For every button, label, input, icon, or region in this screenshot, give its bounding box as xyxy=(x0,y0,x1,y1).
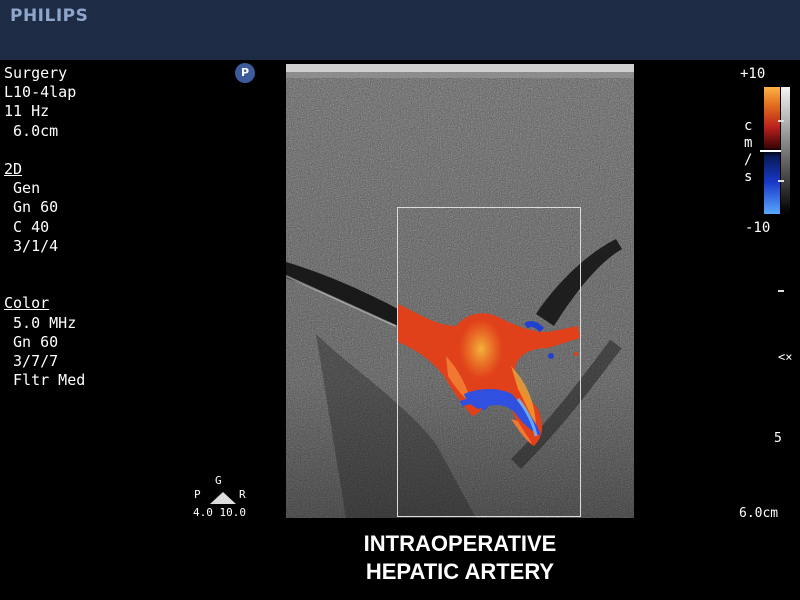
caption-line-2: HEPATIC ARTERY xyxy=(365,559,555,584)
depth-tick xyxy=(778,180,784,182)
velocity-unit-letter: s xyxy=(744,169,753,185)
velocity-unit-letter: m xyxy=(744,135,753,151)
colorbar-baseline xyxy=(760,150,782,152)
velocity-min: -10 xyxy=(745,220,771,236)
caption-line-1: INTRAOPERATIVE xyxy=(363,531,557,556)
p-badge: P xyxy=(235,63,255,83)
param-line: 3/7/7 xyxy=(4,352,59,370)
depth-tick xyxy=(778,120,784,122)
velocity-unit-letter: c xyxy=(744,118,753,134)
param-line: Gn 60 xyxy=(4,198,59,217)
param-line: Gn 60 xyxy=(4,332,59,351)
brand-logo: PHILIPS xyxy=(10,6,89,26)
orientation-g-label: G xyxy=(215,474,222,487)
param-line: Gen xyxy=(4,179,41,198)
orientation-values: 4.0 10.0 xyxy=(193,506,246,519)
param-line: 11 Hz xyxy=(4,102,50,121)
depth-total: 6.0cm xyxy=(739,506,779,521)
orientation-r-label: R xyxy=(239,488,246,501)
param-line: Fltr Med xyxy=(4,371,86,390)
param-line: Color xyxy=(4,294,50,313)
orientation-triangle-icon xyxy=(210,492,236,504)
depth-marker-5: 5 xyxy=(774,431,782,446)
param-line: 3/1/4 xyxy=(4,236,59,255)
orientation-p-label: P xyxy=(194,488,201,501)
param-line: C 40 xyxy=(4,217,50,236)
color-doppler-box[interactable] xyxy=(397,207,581,517)
param-line: 6.0cm xyxy=(4,121,59,140)
param-line: 5.0 MHz xyxy=(4,313,77,332)
velocity-unit-letter: / xyxy=(744,152,753,168)
focus-marker[interactable]: <× xyxy=(778,350,792,364)
top-bar: PHILIPS xyxy=(0,0,800,60)
param-line: 2D xyxy=(4,160,23,178)
velocity-max: +10 xyxy=(740,66,766,82)
depth-tick xyxy=(778,290,784,292)
param-line: Surgery xyxy=(4,64,68,82)
param-line: L10-4lap xyxy=(4,83,77,102)
image-caption: INTRAOPERATIVE HEPATIC ARTERY xyxy=(286,530,634,586)
grayscale-bar xyxy=(781,87,790,214)
transducer-surface xyxy=(286,64,634,72)
